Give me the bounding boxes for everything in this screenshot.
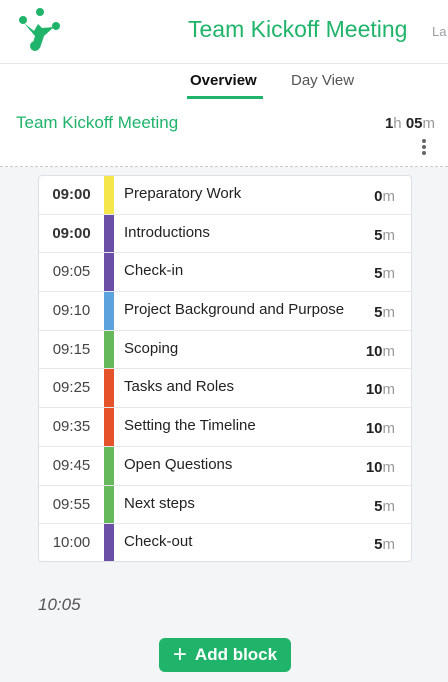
agenda-start-time: 09:35: [52, 418, 91, 436]
agenda-title: Next steps: [124, 494, 195, 512]
duration-unit: m: [382, 381, 396, 399]
agenda-color-bar: [104, 485, 114, 524]
agenda-duration: 5m: [374, 265, 395, 282]
agenda-color-bar: [104, 292, 114, 330]
minutes-unit: m: [422, 115, 436, 132]
agenda-duration: 10m: [366, 459, 395, 476]
agenda-start-time: 09:45: [52, 456, 91, 474]
kebab-menu-icon[interactable]: [422, 139, 426, 155]
duration-unit: m: [382, 536, 396, 554]
view-tabs: Overview Day View: [0, 64, 448, 101]
agenda-duration: 5m: [374, 227, 395, 244]
agenda-duration: 5m: [374, 498, 395, 515]
meeting-total-duration: 1h 05m: [385, 115, 435, 132]
agenda-start-time: 09:05: [52, 263, 91, 281]
agenda-row[interactable]: 09:00 Preparatory Work 0m: [39, 176, 411, 215]
duration-unit: m: [382, 304, 396, 322]
tab-day-view[interactable]: Day View: [291, 72, 354, 89]
duration-unit: m: [382, 458, 396, 476]
agenda-duration: 10m: [366, 420, 395, 437]
tab-overview[interactable]: Overview: [190, 72, 257, 89]
duration-unit: m: [382, 226, 396, 244]
title-overflow-text: La: [432, 24, 447, 39]
agenda-color-bar: [104, 408, 114, 446]
agenda-start-time: 09:00: [52, 224, 91, 242]
meeting-summary: Team Kickoff Meeting 1h 05m: [0, 101, 448, 167]
app-header: Team Kickoff Meeting La: [0, 0, 448, 64]
agenda-title: Tasks and Roles: [124, 378, 235, 396]
agenda-color-bar: [104, 253, 114, 292]
agenda-title: Scoping: [124, 339, 179, 357]
duration-unit: m: [382, 342, 396, 360]
agenda-title: Check-out: [124, 533, 193, 551]
agenda-title: Open Questions: [124, 455, 233, 473]
logo-icon[interactable]: [18, 6, 62, 52]
duration-unit: m: [382, 265, 396, 283]
agenda-title: Check-in: [124, 262, 184, 280]
agenda-row[interactable]: 09:35 Setting the Timeline 10m: [39, 408, 411, 447]
hours-unit: h: [393, 115, 402, 132]
duration-value: 5: [374, 536, 383, 554]
agenda-title: Introductions: [124, 223, 210, 241]
duration-value: 0: [374, 188, 383, 205]
agenda-title: Project Background and Purpose: [124, 301, 345, 319]
duration-value: 10: [365, 342, 383, 360]
duration-unit: m: [382, 497, 396, 515]
duration-value: 5: [374, 304, 383, 322]
agenda-row[interactable]: 10:00 Check-out 5m: [39, 524, 411, 561]
agenda-duration: 10m: [366, 381, 395, 398]
agenda-row[interactable]: 09:55 Next steps 5m: [39, 485, 411, 525]
total-minutes: 05: [405, 115, 423, 132]
duration-value: 5: [374, 226, 383, 244]
agenda-start-time: 09:25: [52, 379, 91, 397]
agenda-color-bar: [104, 446, 114, 485]
duration-value: 10: [365, 458, 383, 476]
agenda-duration: 0m: [374, 188, 395, 205]
agenda-color-bar: [104, 524, 114, 561]
end-time: 10:05: [38, 595, 81, 614]
meeting-name[interactable]: Team Kickoff Meeting: [16, 113, 178, 133]
agenda-color-bar: [104, 369, 114, 408]
add-block-label: Add block: [194, 645, 278, 664]
agenda-start-time: 09:10: [52, 302, 91, 320]
agenda-start-time: 10:00: [52, 534, 91, 552]
plus-icon: +: [172, 641, 187, 668]
agenda-duration: 5m: [374, 536, 395, 553]
agenda-list: 09:00 Preparatory Work 0m 09:00 Introduction…: [38, 175, 412, 562]
duration-value: 10: [365, 420, 383, 438]
agenda-start-time: 09:15: [52, 340, 91, 358]
agenda-row[interactable]: 09:05 Check-in 5m: [39, 253, 411, 293]
agenda-duration: 5m: [374, 304, 395, 321]
agenda-row[interactable]: 09:10 Project Background and Purpose 5m: [39, 292, 411, 331]
duration-value: 5: [374, 497, 383, 515]
agenda-row[interactable]: 09:00 Introductions 5m: [39, 214, 411, 254]
agenda-row[interactable]: 09:25 Tasks and Roles 10m: [39, 369, 411, 409]
agenda-color-bar: [104, 214, 114, 253]
agenda-row[interactable]: 09:45 Open Questions 10m: [39, 446, 411, 486]
agenda-title: Setting the Timeline: [124, 417, 256, 435]
agenda-color-bar: [104, 176, 114, 214]
app-title: Team Kickoff Meeting: [188, 16, 408, 42]
agenda-color-bar: [104, 330, 114, 369]
agenda-row[interactable]: 09:15 Scoping 10m: [39, 330, 411, 370]
agenda-start-time: 09:55: [52, 495, 91, 513]
agenda-duration: 10m: [366, 343, 395, 360]
add-block-button[interactable]: + Add block: [159, 638, 291, 672]
duration-unit: m: [382, 188, 396, 205]
agenda-title: Preparatory Work: [124, 185, 242, 202]
agenda-start-time: 09:00: [52, 186, 91, 203]
duration-value: 10: [365, 381, 383, 399]
active-tab-indicator: [187, 96, 263, 99]
duration-value: 5: [374, 265, 383, 283]
duration-unit: m: [382, 420, 396, 438]
